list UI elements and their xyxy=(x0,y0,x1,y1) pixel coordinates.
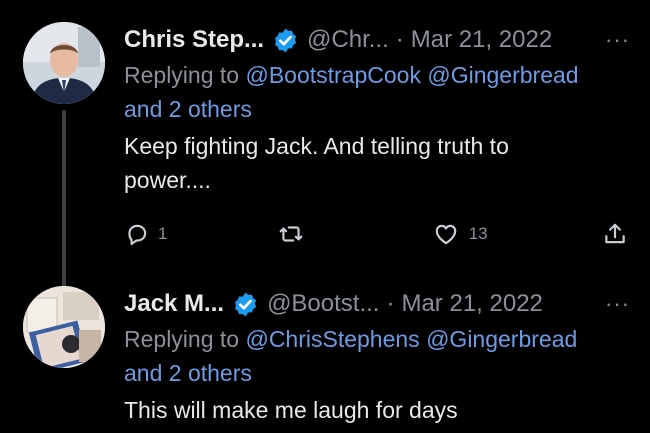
reply-button[interactable]: 1 xyxy=(124,221,278,247)
timestamp[interactable]: Mar 21, 2022 xyxy=(411,26,552,54)
tweet-text-line: This will make me laugh for days xyxy=(124,397,458,423)
others-link[interactable]: and 2 others xyxy=(124,96,252,122)
avatar-jack-image xyxy=(23,286,105,368)
retweet-button[interactable] xyxy=(278,221,432,247)
others-link[interactable]: and 2 others xyxy=(124,360,252,386)
tweet-1[interactable]: Chris Step... @Chr... · Mar 21, 2022 ···… xyxy=(0,0,650,288)
verified-badge-icon xyxy=(274,28,297,52)
avatar-jack[interactable] xyxy=(23,286,105,368)
tweet-1-header: Chris Step... @Chr... · Mar 21, 2022 ··· xyxy=(124,22,630,58)
tweet-text: Keep fighting Jack. And telling truth to… xyxy=(124,129,630,197)
display-name[interactable]: Jack M... xyxy=(124,290,224,318)
tweet-text: This will make me laugh for days xyxy=(124,393,630,427)
replying-to: Replying to @ChrisStephens @Gingerbread … xyxy=(124,322,630,390)
avatar-chris-image xyxy=(23,22,105,104)
display-name[interactable]: Chris Step... xyxy=(124,26,264,54)
tweet-2-content: Jack M... @Bootst... · Mar 21, 2022 ··· … xyxy=(124,286,630,427)
mention-link[interactable]: @ChrisStephens xyxy=(245,326,419,352)
more-options-icon[interactable]: ··· xyxy=(605,27,630,53)
mention-link[interactable]: @Gingerbread xyxy=(426,326,577,352)
tweet-2-header: Jack M... @Bootst... · Mar 21, 2022 ··· xyxy=(124,286,630,322)
avatar-chris[interactable] xyxy=(23,22,105,104)
share-icon xyxy=(605,223,625,244)
verified-badge-icon xyxy=(234,292,257,316)
tweet-1-content: Chris Step... @Chr... · Mar 21, 2022 ···… xyxy=(124,22,630,197)
heart-icon xyxy=(435,224,457,245)
handle[interactable]: @Bootst... xyxy=(267,290,379,318)
replying-to: Replying to @BootstrapCook @Gingerbread … xyxy=(124,58,630,126)
tweet-2[interactable]: Jack M... @Bootst... · Mar 21, 2022 ··· … xyxy=(0,286,650,433)
retweet-icon xyxy=(279,226,303,242)
replying-prefix: Replying to xyxy=(124,326,240,352)
tweet-actions: 1 13 xyxy=(124,218,628,250)
share-button[interactable] xyxy=(602,221,628,247)
reply-icon xyxy=(128,224,147,246)
more-options-icon[interactable]: ··· xyxy=(605,291,630,317)
tweet-text-line: Keep fighting Jack. And telling truth to xyxy=(124,133,509,159)
like-count: 13 xyxy=(468,224,488,243)
mention-link[interactable]: @BootstrapCook xyxy=(245,62,421,88)
separator-dot: · xyxy=(395,26,404,53)
timestamp[interactable]: Mar 21, 2022 xyxy=(401,290,542,318)
reply-count: 1 xyxy=(158,224,168,243)
mention-link[interactable]: @Gingerbread xyxy=(427,62,578,88)
replying-prefix: Replying to xyxy=(124,62,240,88)
separator-dot: · xyxy=(386,290,395,317)
tweet-text-line: power.... xyxy=(124,167,211,193)
thread-line xyxy=(62,110,66,288)
like-button[interactable]: 13 xyxy=(433,221,602,247)
handle[interactable]: @Chr... xyxy=(307,26,389,54)
